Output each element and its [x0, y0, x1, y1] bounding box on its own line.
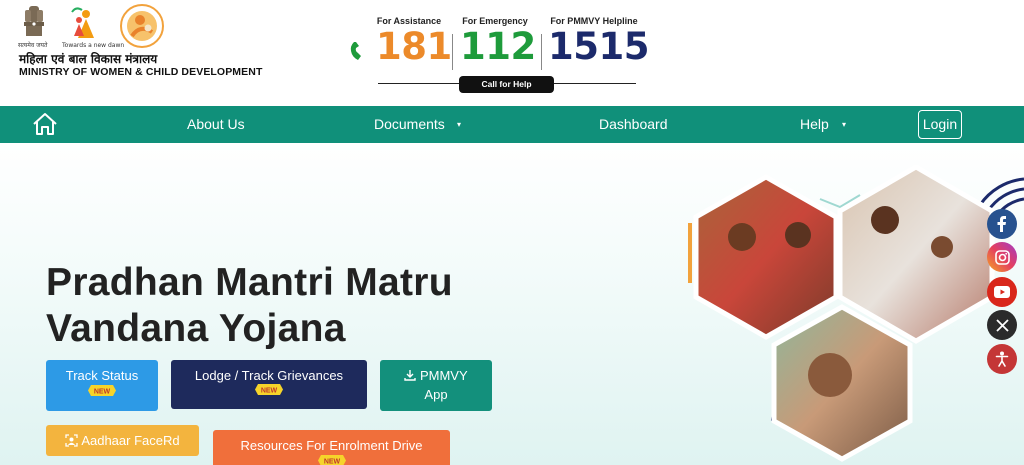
nav-item-about-us[interactable]: About Us — [187, 106, 245, 143]
page-title-line: Vandana Yojana — [46, 307, 346, 350]
photo-doctor-with-child — [837, 165, 995, 344]
face-scan-icon — [65, 434, 79, 447]
hero-photo-collage — [688, 165, 1024, 462]
aadhaar-facerd-button[interactable]: Aadhaar FaceRd — [46, 425, 199, 456]
site-header: सत्यमेव जयते Towards a new dawn महिला एव… — [0, 0, 1024, 106]
helpline-emergency[interactable]: For Emergency 112 — [460, 16, 536, 68]
svg-text:NEW: NEW — [94, 389, 111, 396]
wcd-logo-icon — [71, 7, 94, 38]
facebook-icon[interactable] — [987, 209, 1017, 239]
nav-item-dashboard[interactable]: Dashboard — [599, 106, 668, 143]
download-icon — [404, 370, 417, 381]
chevron-down-icon[interactable]: ▾ — [457, 106, 461, 143]
button-label: Lodge / Track Grievances — [194, 368, 344, 383]
divider — [541, 34, 542, 70]
helpline-number: 1515 — [548, 25, 649, 68]
phone-icon — [350, 42, 361, 60]
photo-mother-with-health-worker — [693, 174, 839, 340]
button-label: PMMVY — [419, 368, 468, 383]
helpline-pmmvy[interactable]: For PMMVY Helpline 1515 — [548, 16, 649, 68]
track-status-button[interactable]: Track Status NEW — [46, 360, 158, 411]
main-nav — [0, 106, 1024, 143]
page-title-line: Pradhan Mantri Matru — [46, 261, 453, 304]
youtube-icon[interactable] — [987, 277, 1017, 307]
button-label: Resources For Enrolment Drive — [240, 438, 423, 453]
instagram-icon[interactable] — [987, 242, 1017, 272]
accessibility-icon[interactable] — [987, 344, 1017, 374]
wcd-caption: Towards a new dawn — [62, 42, 125, 49]
helpline-assistance[interactable]: For Assistance 181 — [376, 16, 452, 68]
button-label: App — [424, 387, 448, 402]
emblem-caption: सत्यमेव जयते — [18, 42, 48, 49]
call-for-help-button[interactable]: Call for Help — [459, 76, 554, 93]
resources-enrolment-button[interactable]: Resources For Enrolment Drive NEW — [213, 430, 450, 465]
new-badge-icon: NEW — [88, 385, 116, 396]
helpline-number: 181 — [376, 25, 452, 68]
login-button[interactable]: Login — [918, 110, 962, 139]
new-badge-icon: NEW — [317, 455, 346, 465]
national-emblem-icon — [24, 6, 44, 36]
page-title: Pradhan Mantri Matru Vandana Yojana — [46, 260, 453, 352]
nav-item-help[interactable]: Help — [800, 106, 829, 143]
chevron-down-icon[interactable]: ▾ — [842, 106, 846, 143]
lodge-grievances-button[interactable]: Lodge / Track Grievances NEW — [171, 360, 367, 409]
home-icon[interactable] — [32, 112, 58, 136]
ministry-name-hindi: महिला एवं बाल विकास मंत्रालय — [19, 52, 158, 66]
nav-item-documents[interactable]: Documents — [374, 106, 445, 143]
ministry-name-english: MINISTRY OF WOMEN & CHILD DEVELOPMENT — [19, 66, 263, 78]
button-label-row: PMMVY — [380, 368, 492, 383]
divider — [452, 34, 453, 70]
svg-text:NEW: NEW — [261, 388, 278, 395]
helpline-number: 112 — [460, 25, 536, 68]
pmmvy-logo-icon — [120, 4, 164, 48]
svg-text:NEW: NEW — [323, 459, 340, 465]
x-icon[interactable] — [987, 310, 1017, 340]
new-badge-icon: NEW — [255, 384, 283, 395]
button-label-row: Aadhaar FaceRd — [46, 433, 199, 448]
pmmvy-app-download-button[interactable]: PMMVY App — [380, 360, 492, 411]
button-label: Track Status — [65, 368, 139, 383]
button-label: Aadhaar FaceRd — [81, 433, 180, 448]
